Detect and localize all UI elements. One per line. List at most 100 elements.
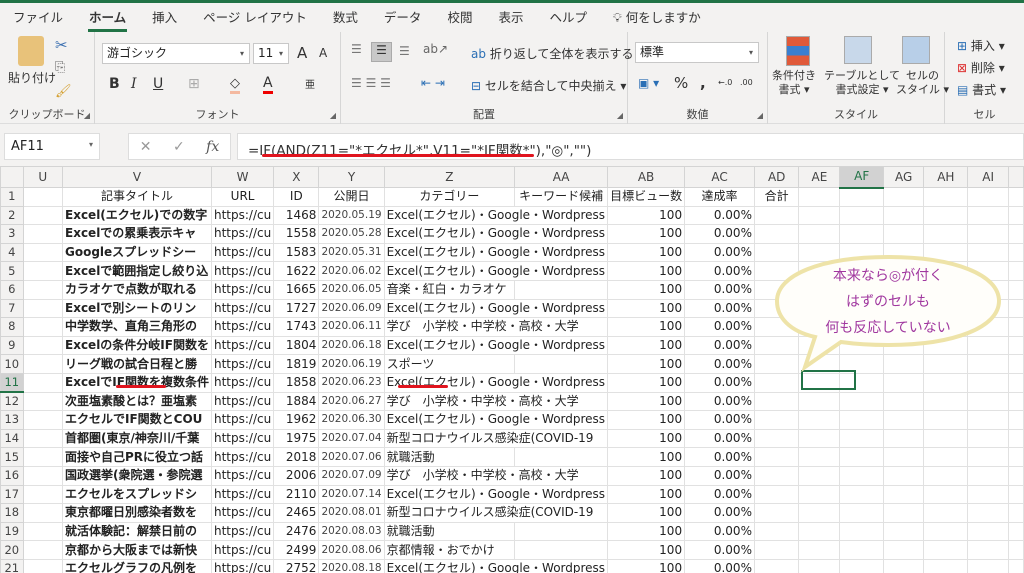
row-header[interactable]: 3 bbox=[0, 224, 24, 244]
cell-ad[interactable] bbox=[753, 428, 800, 449]
cell-z[interactable]: Excel(エクセル)・Google・Wordpress bbox=[383, 298, 609, 319]
cell-x[interactable]: 2476 bbox=[273, 521, 320, 542]
cell-ah[interactable] bbox=[923, 205, 969, 226]
cell-ah[interactable] bbox=[923, 521, 969, 542]
cell-ac[interactable]: 0.00% bbox=[684, 372, 755, 393]
cell-ab[interactable]: 100 bbox=[607, 503, 686, 523]
cell-y[interactable]: 公開日 bbox=[318, 187, 385, 207]
cell-v[interactable]: Googleスプレッドシー bbox=[62, 242, 212, 263]
cell-ai[interactable] bbox=[967, 205, 1009, 226]
cell-ab[interactable]: 100 bbox=[607, 540, 686, 560]
cell-af[interactable] bbox=[839, 410, 884, 430]
cell-z[interactable]: 学び 小学校・中学校・高校・大学 bbox=[383, 391, 609, 412]
cell-w[interactable]: https://cu bbox=[210, 410, 275, 430]
cell-ah[interactable] bbox=[923, 224, 969, 244]
cell-ai[interactable] bbox=[967, 558, 1009, 573]
grow-font-button[interactable]: A bbox=[297, 44, 307, 62]
dialog-launcher-icon[interactable]: ◢ bbox=[84, 111, 90, 120]
cell-ai[interactable] bbox=[967, 187, 1009, 207]
cell-ae[interactable] bbox=[798, 410, 841, 430]
cell-z[interactable]: スポーツ bbox=[383, 354, 516, 374]
cell-ag[interactable] bbox=[882, 205, 925, 226]
cell-aa[interactable]: キーワード候補 bbox=[514, 187, 609, 207]
format-cells-button[interactable]: ▤ 書式 ▾ bbox=[957, 81, 1006, 98]
underline-button[interactable]: U bbox=[153, 76, 163, 92]
cell-ag[interactable] bbox=[882, 372, 925, 393]
cell-z[interactable]: 学び 小学校・中学校・高校・大学 bbox=[383, 465, 609, 486]
row-header[interactable]: 20 bbox=[0, 540, 24, 560]
cell-y[interactable]: 2020.06.19 bbox=[318, 354, 385, 374]
cell-y[interactable]: 2020.08.03 bbox=[318, 521, 385, 542]
copy-icon[interactable]: ⎘ bbox=[55, 60, 65, 75]
cell-ad[interactable] bbox=[753, 521, 800, 542]
cell-y[interactable]: 2020.05.19 bbox=[318, 205, 385, 226]
cell-ag[interactable] bbox=[882, 224, 925, 244]
cell-ad[interactable] bbox=[753, 503, 800, 523]
cell-ae[interactable] bbox=[798, 391, 841, 412]
cell-ab[interactable]: 100 bbox=[607, 428, 686, 449]
cell-w[interactable]: https://cu bbox=[210, 224, 275, 244]
align-middle-icon[interactable]: ☰ bbox=[371, 42, 392, 62]
cell-u[interactable] bbox=[22, 242, 64, 263]
cell-ad[interactable]: 合計 bbox=[753, 187, 800, 207]
cell-v[interactable]: 中学数学、直角三角形の bbox=[62, 317, 212, 337]
column-header-z[interactable]: Z bbox=[383, 166, 516, 188]
cell-ah[interactable] bbox=[923, 354, 969, 374]
paste-icon[interactable] bbox=[18, 36, 44, 66]
cell-v[interactable]: 首都圏(東京/神奈川/千葉 bbox=[62, 428, 212, 449]
cell-ab[interactable]: 100 bbox=[607, 317, 686, 337]
cell-ai[interactable] bbox=[967, 428, 1009, 449]
paste-button[interactable]: 貼り付け bbox=[8, 69, 56, 86]
cell-aa[interactable] bbox=[514, 279, 609, 300]
cell-x[interactable]: 2465 bbox=[273, 503, 320, 523]
cell-u[interactable] bbox=[22, 391, 64, 412]
cell-ai[interactable] bbox=[967, 410, 1009, 430]
cell-u[interactable] bbox=[22, 465, 64, 486]
cell-ah[interactable] bbox=[923, 503, 969, 523]
name-box[interactable]: AF11 ▾ bbox=[4, 133, 100, 160]
cell-v[interactable]: Excelの条件分岐IF関数を bbox=[62, 335, 212, 356]
cell-y[interactable]: 2020.07.04 bbox=[318, 428, 385, 449]
cell-ab[interactable]: 100 bbox=[607, 410, 686, 430]
cell-ab[interactable]: 100 bbox=[607, 335, 686, 356]
cell-ab[interactable]: 100 bbox=[607, 261, 686, 281]
cell-ah[interactable] bbox=[923, 558, 969, 573]
cell-z[interactable]: Excel(エクセル)・Google・Wordpress bbox=[383, 261, 609, 281]
cell-z[interactable]: 京都情報・おでかけ bbox=[383, 540, 516, 560]
cell-x[interactable]: 2018 bbox=[273, 447, 320, 467]
cell-af[interactable] bbox=[839, 521, 884, 542]
cell-w[interactable]: https://cu bbox=[210, 521, 275, 542]
column-header-v[interactable]: V bbox=[62, 166, 212, 188]
cell-z[interactable]: Excel(エクセル)・Google・Wordpress bbox=[383, 224, 609, 244]
cell-af[interactable] bbox=[839, 503, 884, 523]
cell-af[interactable] bbox=[839, 224, 884, 244]
cell-y[interactable]: 2020.06.23 bbox=[318, 372, 385, 393]
cell-ae[interactable] bbox=[798, 447, 841, 467]
tab-home[interactable]: ホーム bbox=[76, 7, 139, 32]
row-header[interactable]: 8 bbox=[0, 317, 24, 337]
cell-v[interactable]: 就活体験記：解禁日前の bbox=[62, 521, 212, 542]
cell-v[interactable]: 京都から大阪までは新快 bbox=[62, 540, 212, 560]
cell-ac[interactable]: 0.00% bbox=[684, 484, 755, 505]
cell-af[interactable] bbox=[839, 447, 884, 467]
column-header-ac[interactable]: AC bbox=[684, 166, 755, 188]
font-color-button[interactable]: A bbox=[263, 75, 273, 94]
cell-ag[interactable] bbox=[882, 428, 925, 449]
cell-u[interactable] bbox=[22, 410, 64, 430]
cell-ac[interactable]: 0.00% bbox=[684, 224, 755, 244]
cell-y[interactable]: 2020.06.27 bbox=[318, 391, 385, 412]
cell-ab[interactable]: 100 bbox=[607, 224, 686, 244]
wrap-text-button[interactable]: ab 折り返して全体を表示する bbox=[471, 45, 633, 62]
cell-z[interactable]: Excel(エクセル)・Google・Wordpress bbox=[383, 558, 609, 573]
cell-v[interactable]: ExcelでIF関数を複数条件 bbox=[62, 372, 212, 393]
cell-x[interactable]: 1583 bbox=[273, 242, 320, 263]
cell-ab[interactable]: 100 bbox=[607, 372, 686, 393]
cell-ag[interactable] bbox=[882, 503, 925, 523]
cell-ae[interactable] bbox=[798, 558, 841, 573]
cell-aa[interactable] bbox=[514, 447, 609, 467]
cell-w[interactable]: https://cu bbox=[210, 261, 275, 281]
cell-x[interactable]: 2752 bbox=[273, 558, 320, 573]
cell-ag[interactable] bbox=[882, 354, 925, 374]
cell-u[interactable] bbox=[22, 521, 64, 542]
cut-icon[interactable]: ✂ bbox=[55, 36, 68, 54]
